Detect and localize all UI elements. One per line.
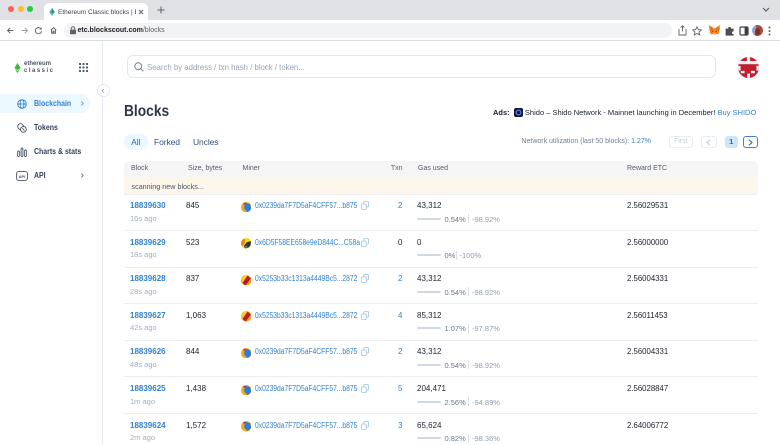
svg-text:API: API xyxy=(19,173,26,178)
